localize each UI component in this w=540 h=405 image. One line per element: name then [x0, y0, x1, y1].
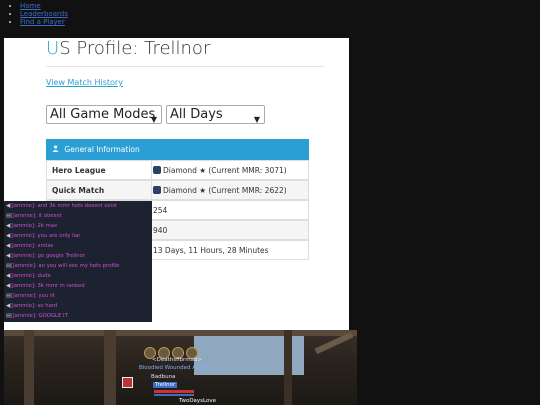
title-rest: S Profile: Trellnor: [59, 38, 211, 59]
nav-link-home[interactable]: Home: [20, 2, 41, 10]
days-select[interactable]: All Days ▼: [166, 105, 265, 124]
nav-link-find-player[interactable]: Find a Player: [20, 18, 65, 26]
chat-line: ▤[Jammie]: GOOGLE IT: [6, 313, 68, 319]
diamond-rank-icon: [153, 166, 161, 174]
chat-sender[interactable]: [Jammie]: [10, 303, 34, 309]
chat-text: : an you will see my hots profile: [35, 263, 120, 269]
game-viewport[interactable]: <Deathsflbrmad> Bloodied Wounded Around …: [4, 330, 357, 405]
chat-text: : 2k max: [34, 223, 58, 229]
chat-sender[interactable]: [Jammie]: [11, 313, 35, 319]
nameplate-guild: <Deathsflbrmad>: [152, 357, 203, 363]
info-label: Quick Match: [52, 186, 105, 195]
chat-line: ◀[Jammie]: so hard: [6, 303, 57, 309]
nameplate-name: Badbuna: [151, 374, 176, 380]
chat-text: : it doesnt: [35, 213, 62, 219]
chat-line: ▤[Jammie]: you lit: [6, 293, 55, 299]
days-value: All Days: [170, 107, 223, 122]
target-marker-icon: [122, 377, 133, 388]
game-mode-select[interactable]: All Game Modes ▼: [46, 105, 162, 124]
nameplate-title: Bloodied Wounded Around: [139, 365, 212, 371]
top-nav: Home Leaderboards Find a Player: [10, 2, 68, 26]
info-value: 940: [153, 226, 168, 235]
page-title: US Profile: Trellnor: [46, 38, 210, 59]
nameplate-other: TwoDaysLove: [179, 398, 217, 404]
nav-item-find-player: Find a Player: [20, 18, 68, 26]
chat-sender[interactable]: [Jammie]: [10, 233, 34, 239]
chat-sender[interactable]: [Jammie]: [10, 253, 34, 259]
chat-text: : go google Trellnor: [34, 253, 85, 259]
game-beam: [4, 330, 357, 336]
info-row-quick-match: Quick Match Diamond ★ (Current MMR: 2622…: [46, 180, 309, 200]
nav-item-home: Home: [20, 2, 68, 10]
column-divider: [151, 181, 152, 199]
chat-text: : you are only liar: [34, 233, 81, 239]
general-info-title: General Information: [64, 145, 140, 154]
mana-bar: [154, 394, 194, 396]
chat-line: ▤[Jammie]: it doesnt: [6, 213, 62, 219]
chat-text: : dude: [34, 273, 51, 279]
chat-line: ◀[Jammie]: and 3k mmr hots doesnt exist: [6, 203, 117, 209]
info-value-text: Diamond ★ (Current MMR: 2622): [163, 186, 287, 195]
chat-sender[interactable]: [Jammie]: [10, 243, 34, 249]
game-pillar: [284, 330, 292, 405]
chat-sender[interactable]: [Jammie]: [11, 293, 35, 299]
nav-link-leaderboards[interactable]: Leaderboards: [20, 10, 68, 18]
chat-text: : xmlas: [34, 243, 54, 249]
nameplate-player[interactable]: Trellnor: [153, 382, 178, 388]
column-divider: [151, 161, 152, 179]
chat-sender[interactable]: [Jammie]: [10, 283, 34, 289]
chat-sender[interactable]: [Jammie]: [11, 263, 35, 269]
info-value: Diamond ★ (Current MMR: 3071): [153, 166, 287, 175]
game-mode-value: All Game Modes: [50, 107, 156, 122]
view-match-history-link[interactable]: View Match History: [46, 78, 123, 87]
info-value-text: Diamond ★ (Current MMR: 3071): [163, 166, 287, 175]
info-row-hero-league: Hero League Diamond ★ (Current MMR: 3071…: [46, 160, 309, 180]
chat-line: ◀[Jammie]: xmlas: [6, 243, 53, 249]
general-info-header: General Information: [46, 139, 309, 160]
info-value: 13 Days, 11 Hours, 28 Minutes: [153, 246, 269, 255]
chevron-down-icon: ▼: [253, 115, 260, 124]
user-icon: [52, 145, 59, 152]
health-bar: [154, 390, 194, 393]
chat-line: ◀[Jammie]: 2k max: [6, 223, 57, 229]
chat-sender[interactable]: [Jammie]: [10, 203, 34, 209]
chat-line: ◀[Jammie]: go google Trellnor: [6, 253, 85, 259]
chat-line: ◀[Jammie]: dude: [6, 273, 51, 279]
chat-text: : 3k mmr in ranked: [34, 283, 85, 289]
chat-overlay: ◀[Jammie]: and 3k mmr hots doesnt exist …: [4, 201, 152, 322]
chevron-down-icon: ▼: [150, 115, 157, 124]
chat-text: : so hard: [34, 303, 58, 309]
chat-sender[interactable]: [Jammie]: [10, 273, 34, 279]
chat-line: ▤[Jammie]: an you will see my hots profi…: [6, 263, 119, 269]
chat-text: : GOOGLE IT: [35, 313, 68, 319]
chat-sender[interactable]: [Jammie]: [11, 213, 35, 219]
chat-sender[interactable]: [Jammie]: [10, 223, 34, 229]
title-first-letter: U: [46, 38, 60, 59]
game-pillar: [104, 330, 116, 405]
game-pillar: [24, 330, 34, 405]
diamond-rank-icon: [153, 186, 161, 194]
info-value: 254: [153, 206, 168, 215]
nav-item-leaderboards: Leaderboards: [20, 10, 68, 18]
chat-text: : and 3k mmr hots doesnt exist: [34, 203, 117, 209]
chat-text: : you lit: [35, 293, 55, 299]
chat-line: ◀[Jammie]: 3k mmr in ranked: [6, 283, 85, 289]
info-value: Diamond ★ (Current MMR: 2622): [153, 186, 287, 195]
chat-line: ◀[Jammie]: you are only liar: [6, 233, 80, 239]
title-divider: [46, 66, 324, 67]
info-label: Hero League: [52, 166, 106, 175]
